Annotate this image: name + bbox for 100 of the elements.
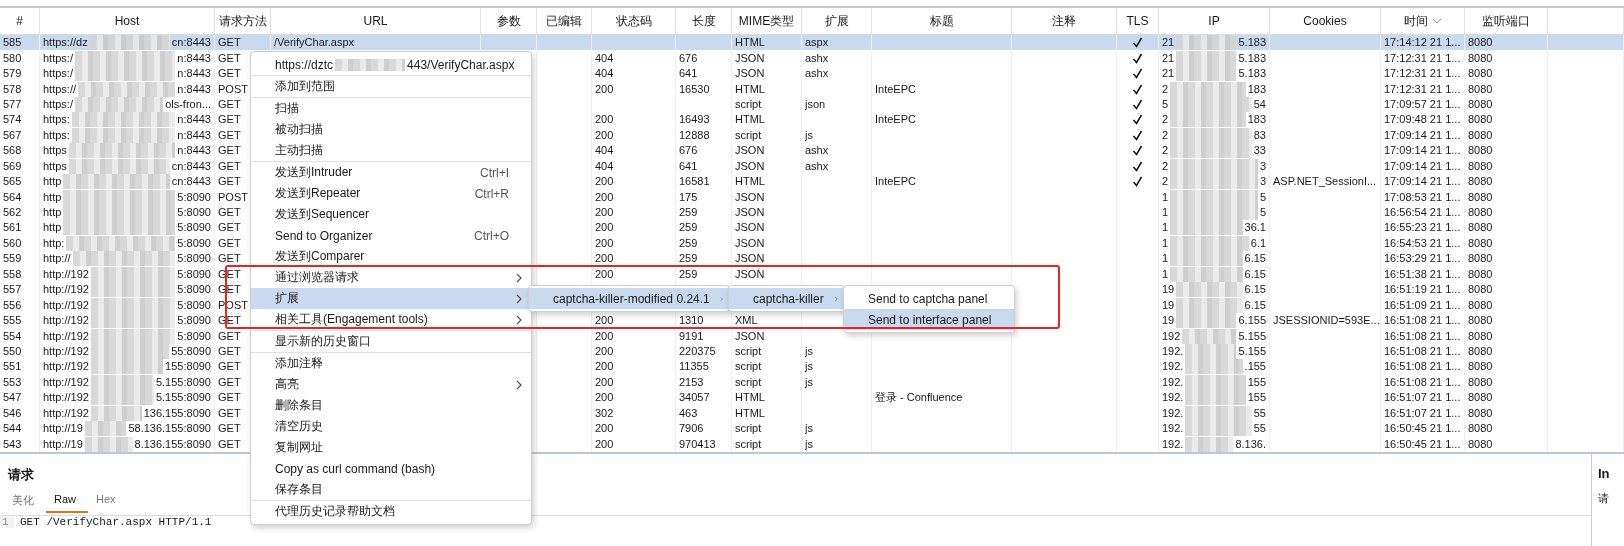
column-header[interactable]: 已编辑 [537, 8, 592, 34]
chevron-right-icon [515, 314, 523, 325]
table-cell: http [43, 220, 62, 236]
table-cell: 5:8090 [177, 297, 211, 313]
sort-icon [1431, 18, 1442, 24]
row-number: 550 [3, 343, 22, 359]
table-cell: 8080 [1468, 35, 1493, 51]
column-header[interactable]: MIME类型 [732, 8, 802, 34]
table-cell: 36.1 [1244, 220, 1266, 236]
table-cell: script [735, 421, 762, 437]
menu-item[interactable]: 清空历史 [251, 416, 531, 437]
table-cell: 6.1 [1250, 235, 1266, 251]
table-cell: 192. [1162, 405, 1184, 421]
table-cell: 3 [1259, 174, 1266, 190]
column-header[interactable]: Cookies [1270, 8, 1381, 34]
menu-item[interactable]: 添加到范围 [251, 76, 531, 97]
menu-item[interactable]: 主动扫描 [251, 140, 531, 161]
table-cell: js [805, 421, 813, 437]
column-header[interactable]: 注释 [1012, 8, 1117, 34]
menu-item[interactable]: 被动扫描 [251, 119, 531, 140]
menu-item[interactable]: 代理历史记录帮助文档 [251, 501, 531, 522]
menu-item[interactable]: 复制网址 [251, 437, 531, 458]
table-cell: 641 [679, 158, 698, 174]
table-cell: http://192 [43, 374, 89, 390]
table-cell: JSON [735, 189, 765, 205]
tab[interactable]: 美化 [4, 489, 46, 513]
row-number: 544 [3, 421, 22, 437]
table-cell: 16493 [679, 112, 710, 128]
menu-item[interactable]: Send to Organizer Ctrl+O [251, 225, 531, 246]
table-cell: script [735, 359, 762, 375]
column-header[interactable]: 监听端口 [1465, 8, 1548, 34]
table-cell: 175 [679, 189, 698, 205]
menu-item[interactable]: 通过浏览器请求 [251, 267, 531, 288]
column-header[interactable]: Host [40, 8, 215, 34]
table-cell: GET [218, 158, 241, 174]
column-header[interactable]: URL [271, 8, 481, 34]
column-header[interactable]: 长度 [676, 8, 732, 34]
column-header[interactable]: 状态码 [592, 8, 676, 34]
table-cell: 220375 [679, 343, 716, 359]
menu-item[interactable]: Send to interface panel [844, 309, 1014, 330]
menu-item[interactable]: 显示新的历史窗口 [251, 331, 531, 352]
column-header[interactable]: 参数 [481, 8, 537, 34]
panel-title: 请求 [6, 465, 34, 484]
selected-row[interactable]: 585 https://dz cn:8443 GET /VerifyChar.aspx HTML aspx 21 5.183 17:14:12 21 1... 8080 [0, 35, 1624, 51]
table-cell: 8080 [1468, 343, 1493, 359]
column-header[interactable]: IP [1159, 8, 1270, 34]
table-cell: http [43, 174, 62, 190]
column-header[interactable]: # [0, 8, 40, 34]
menu-item[interactable]: captcha-killer-modified 0.24.1 [529, 288, 729, 309]
column-header[interactable]: 请求方法 [215, 8, 271, 34]
table-cell: 6.15 [1244, 297, 1266, 313]
table-cell: 17:09:14 21 1... [1384, 143, 1461, 159]
table-cell: ASP.NET_SessionI... [1273, 174, 1377, 190]
row-number: 558 [3, 266, 22, 282]
menu-item[interactable]: 发送到Comparer [251, 246, 531, 267]
table-cell: 16581 [679, 174, 710, 190]
table-cell: 2 [1162, 81, 1169, 97]
menu-item[interactable]: 发送到Intruder Ctrl+I [251, 162, 531, 183]
table-cell: 183 [1247, 81, 1266, 97]
menu-item[interactable]: 保存条目 [251, 479, 531, 500]
menu-item[interactable]: 相关工具(Engagement tools) [251, 309, 531, 330]
table-cell: 155:8090 [165, 359, 211, 375]
table-cell: 1 [1162, 189, 1169, 205]
table-cell: 5.155:8090 [155, 374, 211, 390]
tab[interactable]: Hex [88, 489, 128, 513]
blur-mark [335, 58, 406, 71]
table-cell: 8080 [1468, 96, 1493, 112]
table-cell: 12888 [679, 127, 710, 143]
menu-item[interactable]: 发送到Repeater Ctrl+R [251, 183, 531, 204]
table-cell: 200 [595, 174, 614, 190]
table-cell: 8080 [1468, 205, 1493, 221]
table-cell: http://192 [43, 359, 89, 375]
column-header[interactable]: 时间 [1381, 8, 1465, 34]
menu-item[interactable]: 扫描 [251, 98, 531, 119]
table-cell: 8.136.155:8090 [134, 436, 211, 452]
menu-item[interactable]: https://dztc 443/VerifyChar.aspx [251, 54, 531, 75]
menu-item[interactable]: 添加注释 [251, 353, 531, 374]
table-cell: 16:51:19 21 1... [1384, 282, 1461, 298]
menu-item[interactable]: Send to captcha panel [844, 288, 1014, 309]
row-number: 564 [3, 189, 22, 205]
menu-item[interactable]: Copy as curl command (bash) [251, 458, 531, 479]
column-header[interactable]: 标题 [872, 8, 1012, 34]
tab[interactable]: Raw [46, 489, 88, 513]
menu-item[interactable]: 高亮 [251, 374, 531, 395]
table-cell: JSON [735, 220, 765, 236]
menu-item[interactable]: 删除条目 [251, 395, 531, 416]
table-cell: 192. [1162, 390, 1184, 406]
menu-item[interactable]: 发送到Sequencer [251, 204, 531, 225]
table-cell: 21 [1162, 66, 1175, 82]
table-cell: GET [218, 328, 241, 344]
table-cell: .155 [1244, 359, 1266, 375]
table-cell: 55 [1253, 421, 1266, 437]
table-cell: 200 [595, 436, 614, 452]
table-cell: 16:51:38 21 1... [1384, 266, 1461, 282]
menu-item[interactable]: 扩展 [251, 288, 531, 309]
table-cell: 192 [1162, 328, 1181, 344]
table-cell: GET [218, 35, 241, 51]
column-header[interactable]: 扩展 [802, 8, 872, 34]
menu-item[interactable]: captcha-killer [729, 288, 844, 309]
column-header[interactable]: TLS [1117, 8, 1159, 34]
